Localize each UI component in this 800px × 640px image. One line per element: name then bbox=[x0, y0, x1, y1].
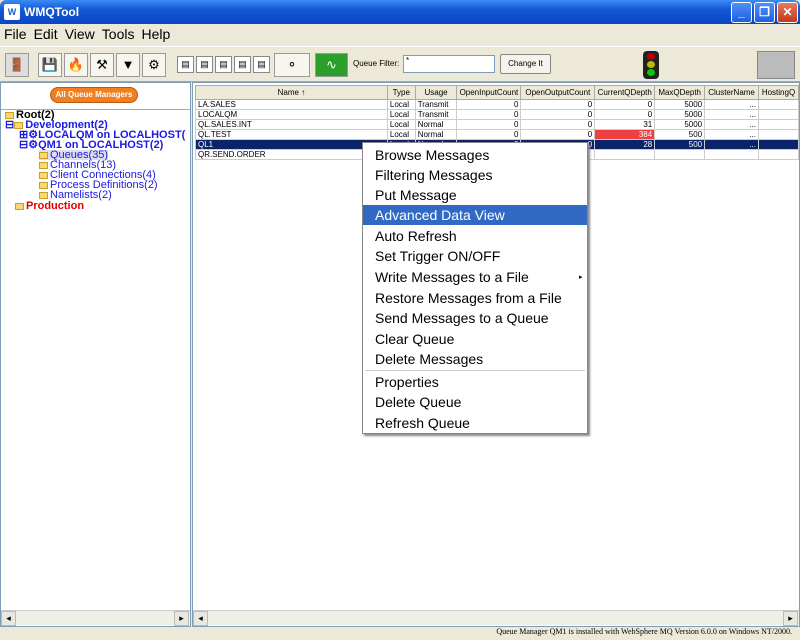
maximize-button[interactable]: ❐ bbox=[754, 2, 775, 23]
change-it-button[interactable]: Change It bbox=[500, 54, 551, 74]
menu-file[interactable]: File bbox=[0, 24, 30, 42]
gear-icon[interactable]: ⚙ bbox=[142, 53, 166, 77]
col-hosting[interactable]: HostingQ bbox=[758, 85, 799, 100]
col-cluster-name[interactable]: ClusterName bbox=[704, 85, 759, 100]
status-circles-icon[interactable]: ⚬ bbox=[274, 53, 310, 77]
all-queue-managers-button[interactable]: All Queue Managers bbox=[50, 87, 138, 103]
table-row[interactable]: QL.SALES.INT Local Normal 0 0 31 5000... bbox=[195, 119, 799, 130]
menu-help[interactable]: Help bbox=[137, 24, 173, 42]
menu-auto-refresh[interactable]: Auto Refresh bbox=[363, 226, 587, 246]
tool3-icon[interactable]: ▤ bbox=[215, 56, 232, 73]
menu-write-messages[interactable]: Write Messages to a File bbox=[363, 267, 587, 287]
tool5-icon[interactable]: ▤ bbox=[253, 56, 270, 73]
status-bar: Queue Manager QM1 is installed with WebS… bbox=[496, 627, 792, 636]
queue-filter-label: Queue Filter: bbox=[353, 59, 400, 68]
scroll-right-icon[interactable]: ▸ bbox=[174, 611, 189, 626]
menu-properties[interactable]: Properties bbox=[363, 372, 587, 392]
menu-filtering-messages[interactable]: Filtering Messages bbox=[363, 165, 587, 185]
menu-delete-queue[interactable]: Delete Queue bbox=[363, 392, 587, 412]
menu-view[interactable]: View bbox=[61, 24, 98, 42]
menu-edit[interactable]: Edit bbox=[30, 24, 61, 42]
window-title: WMQTool bbox=[24, 5, 80, 19]
menu-put-message[interactable]: Put Message bbox=[363, 185, 587, 205]
tool4-icon[interactable]: ▤ bbox=[234, 56, 251, 73]
exit-icon[interactable]: 🚪 bbox=[5, 53, 29, 77]
fire-icon[interactable]: 🔥 bbox=[64, 53, 88, 77]
app-icon: W bbox=[4, 4, 20, 20]
menu-browse-messages[interactable]: Browse Messages bbox=[363, 145, 587, 165]
filter-icon[interactable]: ▼ bbox=[116, 53, 140, 77]
table-row[interactable]: LOCALQM Local Transmit 0 0 0 5000... bbox=[195, 109, 799, 120]
scroll-left-icon[interactable]: ◂ bbox=[1, 611, 16, 626]
table-horizontal-scrollbar[interactable]: ◂ ▸ bbox=[193, 610, 799, 626]
menu-set-trigger[interactable]: Set Trigger ON/OFF bbox=[363, 246, 587, 266]
col-name[interactable]: Name ↑ bbox=[195, 85, 388, 100]
menu-send-messages[interactable]: Send Messages to a Queue bbox=[363, 308, 587, 328]
tool2-icon[interactable]: ▤ bbox=[196, 56, 213, 73]
queue-filter-input[interactable]: * bbox=[403, 55, 495, 73]
col-open-input[interactable]: OpenInputCount bbox=[456, 85, 522, 100]
menu-advanced-data-view[interactable]: Advanced Data View bbox=[363, 205, 587, 225]
table-row[interactable]: QL.TEST Local Normal 0 0 384 500... bbox=[195, 129, 799, 140]
scroll-right-icon[interactable]: ▸ bbox=[783, 611, 798, 626]
menu-clear-queue[interactable]: Clear Queue bbox=[363, 329, 587, 349]
chart-icon[interactable]: ∿ bbox=[315, 53, 348, 77]
col-type[interactable]: Type bbox=[386, 85, 416, 100]
traffic-light-icon bbox=[643, 51, 659, 79]
submenu-arrow-icon: ▸ bbox=[579, 274, 583, 281]
context-menu: Browse Messages Filtering Messages Put M… bbox=[362, 142, 588, 434]
col-current-depth[interactable]: CurrentQDepth bbox=[594, 85, 656, 100]
menu-separator bbox=[365, 370, 585, 371]
tool1-icon[interactable]: ▤ bbox=[177, 56, 194, 73]
menu-tools[interactable]: Tools bbox=[98, 24, 138, 42]
menu-restore-messages[interactable]: Restore Messages from a File bbox=[363, 288, 587, 308]
link-icon[interactable]: ⚒ bbox=[90, 53, 114, 77]
close-button[interactable]: ✕ bbox=[777, 2, 798, 23]
col-usage[interactable]: Usage bbox=[414, 85, 458, 100]
col-open-output[interactable]: OpenOutputCount bbox=[520, 85, 596, 100]
save-icon[interactable]: 💾 bbox=[38, 53, 62, 77]
menu-bar: File Edit View Tools Help bbox=[0, 24, 800, 46]
menu-refresh-queue[interactable]: Refresh Queue bbox=[363, 413, 587, 433]
tree-production[interactable]: Production bbox=[15, 201, 84, 212]
tree-panel: All Queue Managers Root(2) ⊟ Development(… bbox=[0, 82, 191, 627]
table-row[interactable]: LA.SALES Local Transmit 0 0 0 5000... bbox=[195, 99, 799, 110]
menu-delete-messages[interactable]: Delete Messages bbox=[363, 349, 587, 369]
title-bar: W WMQTool _ ❐ ✕ bbox=[0, 0, 800, 24]
display-icon[interactable] bbox=[757, 51, 795, 79]
tree-horizontal-scrollbar[interactable]: ◂ ▸ bbox=[1, 610, 190, 626]
toolbar: 🚪 💾 🔥 ⚒ ▼ ⚙ ▤ ▤ ▤ ▤ ▤ ⚬ ∿ Queue Filter: … bbox=[0, 46, 800, 82]
col-max-depth[interactable]: MaxQDepth bbox=[654, 85, 706, 100]
queue-tree: Root(2) ⊟ Development(2) ⊞⚙LOCALQM on LOC… bbox=[1, 109, 190, 605]
tree-namelists[interactable]: Namelists(2) bbox=[39, 190, 112, 201]
minimize-button[interactable]: _ bbox=[731, 2, 752, 23]
scroll-left-icon[interactable]: ◂ bbox=[193, 611, 208, 626]
